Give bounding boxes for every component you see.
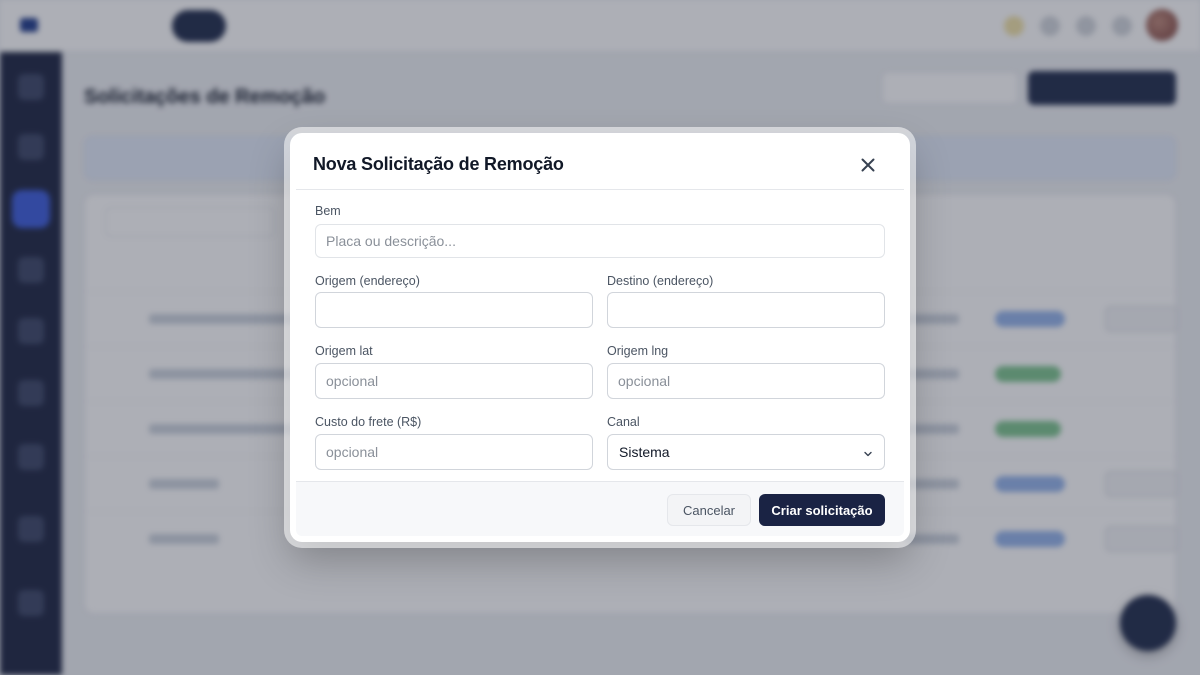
origem-lng-label: Origem lng: [607, 344, 669, 358]
origem-lng-input[interactable]: [607, 363, 885, 399]
destino-input[interactable]: [607, 292, 885, 328]
dialog-footer: Cancelar Criar solicitação: [296, 481, 904, 536]
cancel-button[interactable]: Cancelar: [667, 494, 751, 526]
canal-selected-value: Sistema: [619, 444, 670, 460]
canal-label: Canal: [607, 415, 640, 429]
bem-label: Bem: [315, 204, 341, 218]
dialog-body: Nova Solicitação de Remoção Bem Origem (…: [296, 139, 904, 536]
chevron-down-icon: [864, 451, 872, 457]
dialog-title: Nova Solicitação de Remoção: [313, 154, 564, 174]
bem-input[interactable]: [315, 224, 885, 258]
close-icon: [861, 158, 875, 172]
origem-input[interactable]: [315, 292, 593, 328]
custo-frete-label: Custo do frete (R$): [315, 415, 422, 429]
close-button[interactable]: [856, 153, 880, 177]
create-request-button[interactable]: Criar solicitação: [759, 494, 885, 526]
canal-select[interactable]: Sistema: [607, 434, 885, 470]
destino-label: Destino (endereço): [607, 274, 714, 288]
custo-frete-input[interactable]: [315, 434, 593, 470]
origem-lat-label: Origem lat: [315, 344, 373, 358]
dialog-header: Nova Solicitação de Remoção: [296, 139, 904, 190]
origem-label: Origem (endereço): [315, 274, 420, 288]
new-removal-request-dialog: Nova Solicitação de Remoção Bem Origem (…: [290, 133, 910, 542]
origem-lat-input[interactable]: [315, 363, 593, 399]
